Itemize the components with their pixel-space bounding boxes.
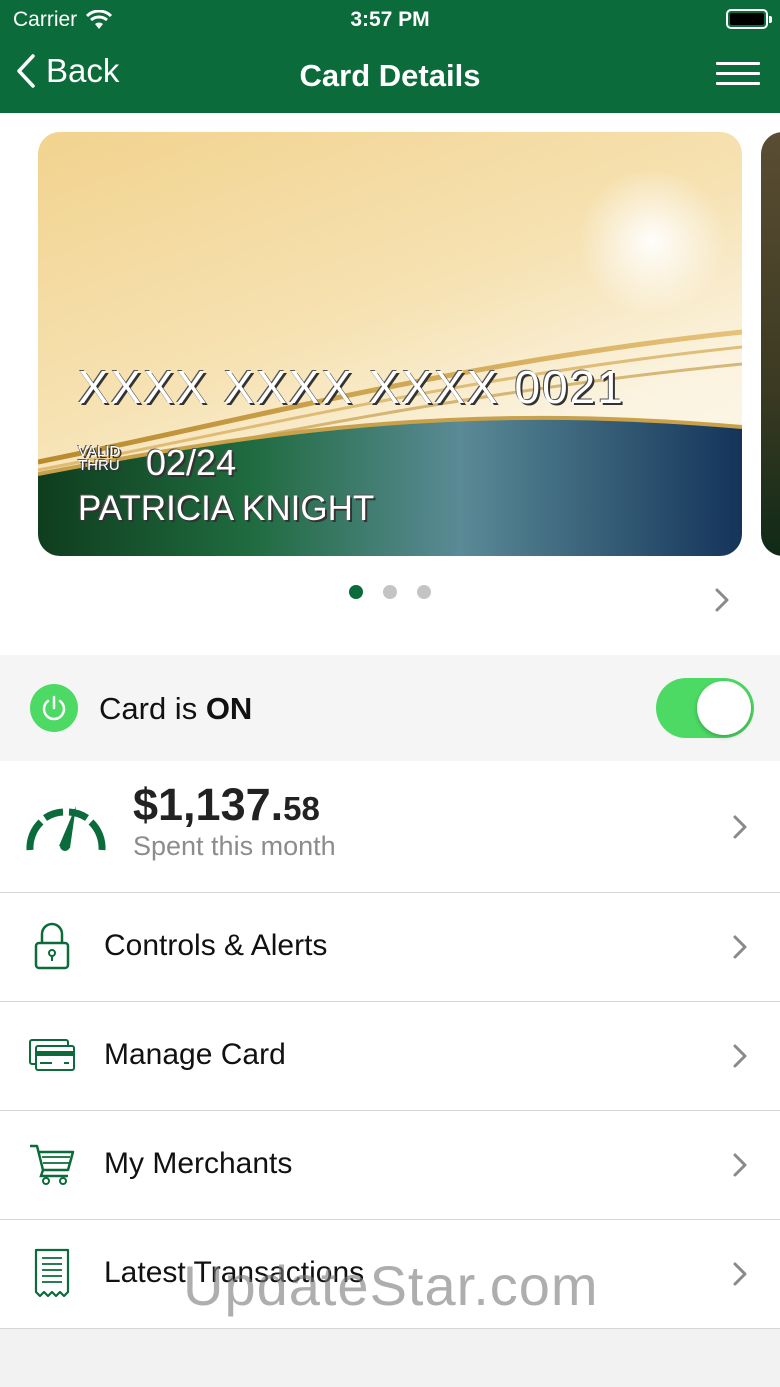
chevron-right-icon — [733, 1044, 747, 1068]
manage-card-label: Manage Card — [104, 1038, 286, 1071]
page-dot[interactable] — [417, 585, 431, 599]
controls-alerts-row[interactable]: Controls & Alerts — [0, 893, 780, 1002]
next-card-preview[interactable] — [761, 132, 780, 556]
spent-subtitle: Spent this month — [133, 831, 336, 861]
credit-card-image[interactable]: XXXX XXXX XXXX 0021 VALID THRU 02/24 PAT… — [38, 132, 742, 556]
chevron-right-icon — [733, 935, 747, 959]
chevron-right-icon — [733, 815, 747, 839]
navigation-bar: Back Card Details — [0, 40, 780, 113]
battery-icon — [726, 9, 772, 29]
page-indicator[interactable] — [0, 585, 780, 599]
my-merchants-label: My Merchants — [104, 1147, 293, 1180]
lock-icon — [26, 920, 78, 972]
my-merchants-row[interactable]: My Merchants — [0, 1111, 780, 1220]
receipt-icon — [26, 1247, 78, 1299]
card-on-toggle[interactable] — [656, 678, 754, 738]
shopping-cart-icon — [26, 1138, 78, 1190]
card-status-row: Card is ON — [0, 655, 780, 761]
watermark: UpdateStar.com — [183, 1254, 599, 1317]
speedometer-icon — [26, 806, 106, 851]
power-icon — [30, 684, 78, 732]
status-bar: Carrier 3:57 PM — [0, 0, 780, 40]
page-title: Card Details — [299, 58, 481, 93]
page-dot[interactable] — [383, 585, 397, 599]
page-dot[interactable] — [349, 585, 363, 599]
card-number: XXXX XXXX XXXX 0021 — [78, 361, 625, 413]
spent-amount-cents: 58 — [283, 790, 320, 827]
card-status-prefix: Card is — [99, 691, 206, 726]
spent-amount-main: $1,137. — [133, 779, 284, 830]
chevron-right-icon[interactable] — [712, 587, 732, 613]
hamburger-menu-icon[interactable] — [716, 62, 760, 86]
card-status-label: Card is ON — [99, 691, 252, 727]
controls-alerts-label: Controls & Alerts — [104, 929, 328, 962]
card-expiry: 02/24 — [146, 442, 237, 483]
thru-label: THRU — [78, 457, 120, 474]
manage-card-row[interactable]: Manage Card — [0, 1002, 780, 1111]
chevron-right-icon — [733, 1153, 747, 1177]
credit-card-icon — [26, 1029, 78, 1081]
card-status-state: ON — [205, 691, 253, 726]
card-highlight — [572, 172, 732, 312]
card-carousel[interactable]: XXXX XXXX XXXX 0021 VALID THRU 02/24 PAT… — [0, 113, 780, 655]
spent-amount: $1,137.58 — [133, 779, 320, 831]
valid-thru-label: VALID THRU — [78, 444, 120, 474]
top-bar: Carrier 3:57 PM Back Card Details — [0, 0, 780, 113]
spending-summary-row[interactable]: $1,137.58 Spent this month — [0, 761, 780, 893]
status-time: 3:57 PM — [350, 8, 430, 31]
chevron-right-icon — [733, 1262, 747, 1286]
cardholder-name: PATRICIA KNIGHT — [78, 489, 375, 528]
